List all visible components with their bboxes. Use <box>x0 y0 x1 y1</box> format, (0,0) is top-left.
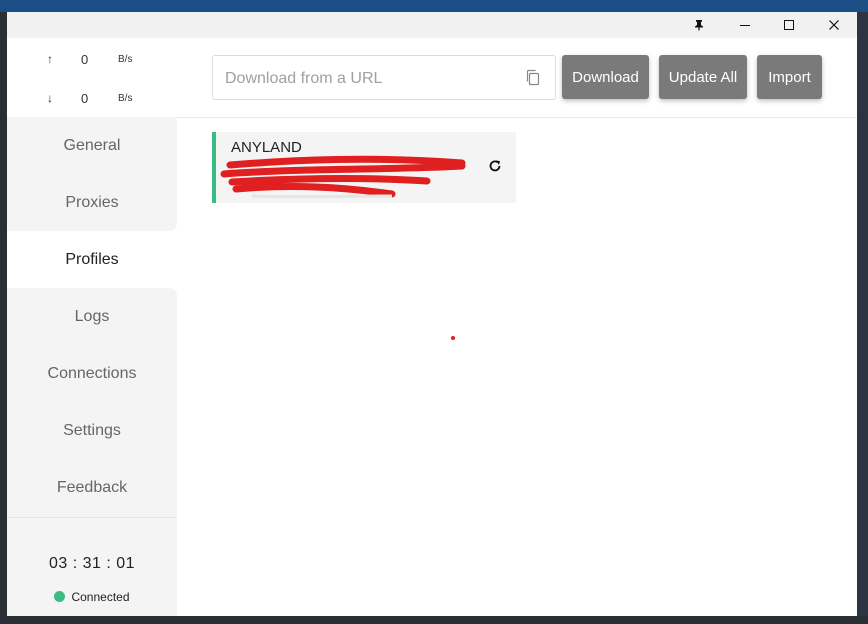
nav-item-profiles[interactable]: Profiles <box>7 231 177 288</box>
traffic-panel: ↑ 0 B/s ↓ 0 B/s <box>7 38 177 117</box>
nav-item-connections[interactable]: Connections <box>7 345 177 402</box>
nav-menu: General Proxies Profiles Logs Connection… <box>7 117 177 516</box>
desktop-background <box>0 0 868 12</box>
close-icon <box>829 20 839 30</box>
download-arrow-icon: ↓ <box>47 91 53 105</box>
red-mark <box>451 336 455 340</box>
redaction-scribble <box>220 155 466 199</box>
desktop-background-bottom <box>0 616 868 624</box>
url-field[interactable] <box>212 55 556 101</box>
toolbar-divider <box>177 117 857 118</box>
nav-item-proxies[interactable]: Proxies <box>7 174 177 231</box>
desktop-background-right <box>857 12 868 624</box>
minimize-button[interactable] <box>722 12 768 38</box>
nav-item-general[interactable]: General <box>7 117 177 174</box>
import-button[interactable]: Import <box>757 55 822 99</box>
maximize-button[interactable] <box>766 12 812 38</box>
update-all-button[interactable]: Update All <box>659 55 747 99</box>
download-button[interactable]: Download <box>562 55 649 99</box>
status-dot-icon <box>54 591 66 602</box>
upload-value: 0 <box>81 52 89 67</box>
upload-arrow-icon: ↑ <box>47 52 53 66</box>
title-bar[interactable] <box>7 12 857 38</box>
profiles-page: Download Update All Import ANYLAND <box>177 38 857 616</box>
profile-card[interactable]: ANYLAND <box>212 132 516 203</box>
download-speed: ↓ 0 B/s <box>7 89 177 109</box>
download-value: 0 <box>81 91 89 106</box>
close-button[interactable] <box>811 12 857 38</box>
sidebar-divider <box>7 517 177 518</box>
uptime-clock: 03 : 31 : 01 <box>48 555 136 572</box>
upload-speed: ↑ 0 B/s <box>7 50 177 70</box>
maximize-icon <box>784 20 794 30</box>
status-label: Connected <box>71 590 130 604</box>
nav-item-logs[interactable]: Logs <box>7 288 177 345</box>
upload-unit: B/s <box>118 54 133 65</box>
paste-icon[interactable] <box>525 69 541 91</box>
pin-button[interactable] <box>676 12 722 38</box>
download-unit: B/s <box>118 93 133 104</box>
url-input[interactable] <box>223 56 517 101</box>
desktop-background-left <box>0 12 7 624</box>
pin-icon <box>693 19 705 31</box>
nav-item-feedback[interactable]: Feedback <box>7 459 177 516</box>
app-window: ↑ 0 B/s ↓ 0 B/s General Proxies Profiles… <box>7 12 857 616</box>
minimize-icon <box>740 20 750 30</box>
sidebar: ↑ 0 B/s ↓ 0 B/s General Proxies Profiles… <box>7 38 177 616</box>
connection-status: Connected <box>7 590 177 604</box>
refresh-icon[interactable] <box>488 159 502 178</box>
nav-item-settings[interactable]: Settings <box>7 402 177 459</box>
